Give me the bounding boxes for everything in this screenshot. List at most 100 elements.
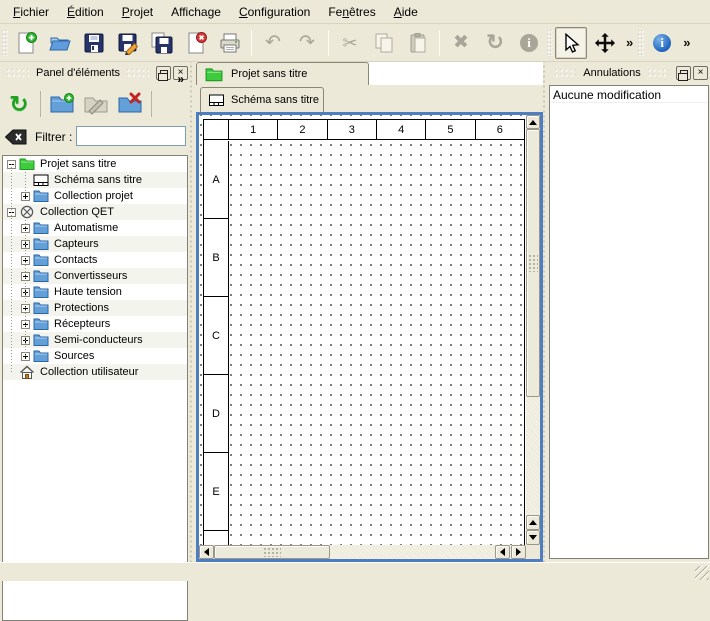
tab-projet-sans-titre[interactable]: Projet sans titre: [196, 62, 369, 85]
menu-fenetres[interactable]: Fenêtres: [319, 2, 384, 22]
cut-button[interactable]: ✂: [334, 27, 366, 59]
tree-item-haute-tension[interactable]: Haute tension: [3, 284, 187, 300]
chevron-double-icon: »: [626, 35, 633, 50]
undo-list-item[interactable]: Aucune modification: [550, 86, 708, 103]
schema-tab-label: Schéma sans titre: [231, 94, 319, 106]
project-folder-icon: [19, 157, 35, 171]
tree-item-automatisme[interactable]: Automatisme: [3, 220, 187, 236]
menu-configuration[interactable]: Configuration: [230, 2, 319, 22]
row-header: A: [204, 141, 228, 219]
schema-tab-bar: Schéma sans titre: [196, 85, 543, 112]
diagram-paper: 1 2 3 4 5 6 A B C D E: [203, 119, 525, 545]
diagram-canvas[interactable]: 1 2 3 4 5 6 A B C D E: [199, 115, 540, 559]
save-as-button[interactable]: [112, 27, 144, 59]
vertical-scroll-thumb[interactable]: [526, 129, 540, 397]
menu-projet[interactable]: Projet: [113, 2, 162, 22]
undo-icon: ↶: [265, 33, 281, 52]
rotate-icon: ↻: [486, 32, 504, 53]
menu-aide[interactable]: Aide: [385, 2, 427, 22]
tree-item-capteurs[interactable]: Capteurs: [3, 236, 187, 252]
menu-fichier[interactable]: Fichier: [4, 2, 58, 22]
tree-item-recepteurs[interactable]: Récepteurs: [3, 316, 187, 332]
open-folder-icon: [48, 31, 72, 55]
tree-item-sources[interactable]: Sources: [3, 348, 187, 364]
vertical-scrollbar[interactable]: [526, 115, 540, 545]
reload-collections-button[interactable]: ↻: [3, 88, 35, 120]
scroll-left-button[interactable]: [199, 545, 214, 559]
float-icon: [680, 70, 688, 77]
about-info-icon: i: [653, 34, 671, 52]
print-button[interactable]: [214, 27, 246, 59]
close-file-button[interactable]: [180, 27, 212, 59]
float-panel-button[interactable]: [676, 66, 691, 80]
folder-icon: [33, 237, 49, 251]
window-resize-grip[interactable]: [695, 566, 709, 580]
column-header: 4: [377, 120, 426, 139]
tab-schema-sans-titre[interactable]: Schéma sans titre: [200, 87, 324, 112]
delete-button[interactable]: ✖: [445, 27, 477, 59]
undo-panel-titlebar[interactable]: Annulations ×: [548, 62, 710, 84]
scroll-right-button[interactable]: [511, 545, 526, 559]
element-infos-button[interactable]: i: [513, 27, 545, 59]
triangle-left-icon: [204, 548, 209, 556]
menu-edition[interactable]: Édition: [58, 2, 113, 22]
column-headers: 1 2 3 4 5 6: [204, 120, 524, 140]
tree-item-projet-sans-titre[interactable]: Projet sans titre: [3, 156, 187, 172]
clear-filter-button[interactable]: [4, 128, 27, 146]
move-mode-button[interactable]: [589, 27, 621, 59]
horizontal-scrollbar[interactable]: [199, 545, 526, 559]
tree-item-contacts[interactable]: Contacts: [3, 252, 187, 268]
horizontal-scroll-thumb[interactable]: [214, 545, 330, 559]
panel-toolbar-overflow-button[interactable]: »: [177, 72, 184, 86]
paste-button[interactable]: [402, 27, 434, 59]
elements-panel-titlebar[interactable]: Panel d'éléments ×: [0, 62, 190, 84]
delete-category-button[interactable]: [114, 88, 146, 120]
grip-dots: [528, 254, 538, 272]
new-document-icon: [14, 31, 38, 55]
rotate-button[interactable]: ↻: [479, 27, 511, 59]
toolbar-overflow-button[interactable]: »: [623, 35, 636, 50]
scroll-down-button[interactable]: [526, 530, 540, 545]
redo-button[interactable]: ↷: [291, 27, 323, 59]
new-category-button[interactable]: [46, 88, 78, 120]
elements-panel-title: Panel d'éléments: [36, 67, 120, 79]
scroll-up-button[interactable]: [526, 515, 540, 530]
tree-item-protections[interactable]: Protections: [3, 300, 187, 316]
save-button[interactable]: [78, 27, 110, 59]
tree-item-collection-qet[interactable]: Collection QET: [3, 204, 187, 220]
tree-item-semi-conducteurs[interactable]: Semi-conducteurs: [3, 332, 187, 348]
toolbar-drag-handle[interactable]: [2, 30, 8, 56]
edit-category-button[interactable]: [80, 88, 112, 120]
about-button[interactable]: i: [646, 27, 678, 59]
column-header: 6: [476, 120, 524, 139]
scroll-left-button[interactable]: [495, 545, 510, 559]
paste-icon: [407, 32, 429, 54]
tree-item-collection-utilisateur[interactable]: Collection utilisateur: [3, 364, 187, 380]
delete-folder-icon: [117, 92, 143, 116]
menu-affichage[interactable]: Affichage: [162, 2, 230, 22]
tree-item-collection-projet[interactable]: Collection projet: [3, 188, 187, 204]
tree-item-schema-sans-titre[interactable]: Schéma sans titre: [3, 172, 187, 188]
tree-item-convertisseurs[interactable]: Convertisseurs: [3, 268, 187, 284]
selection-mode-button[interactable]: [555, 27, 587, 59]
scrollbar-corner: [526, 545, 540, 559]
save-icon: [82, 31, 106, 55]
save-all-icon: [150, 31, 174, 55]
folder-icon: [33, 285, 49, 299]
scroll-up-button[interactable]: [526, 115, 540, 129]
toolbar-overflow-button[interactable]: »: [680, 35, 693, 50]
toolbar-separator: [40, 91, 41, 117]
new-document-button[interactable]: [10, 27, 42, 59]
undo-button[interactable]: ↶: [257, 27, 289, 59]
copy-button[interactable]: [368, 27, 400, 59]
close-panel-button[interactable]: ×: [693, 66, 708, 80]
toolbar-drag-handle[interactable]: [638, 30, 644, 56]
toolbar-drag-handle[interactable]: [547, 30, 553, 56]
row-header: C: [204, 297, 228, 375]
home-icon: [19, 365, 35, 379]
filter-input[interactable]: [76, 126, 186, 146]
float-panel-button[interactable]: [156, 66, 171, 80]
save-all-button[interactable]: [146, 27, 178, 59]
open-button[interactable]: [44, 27, 76, 59]
splitter-left[interactable]: [190, 62, 195, 562]
